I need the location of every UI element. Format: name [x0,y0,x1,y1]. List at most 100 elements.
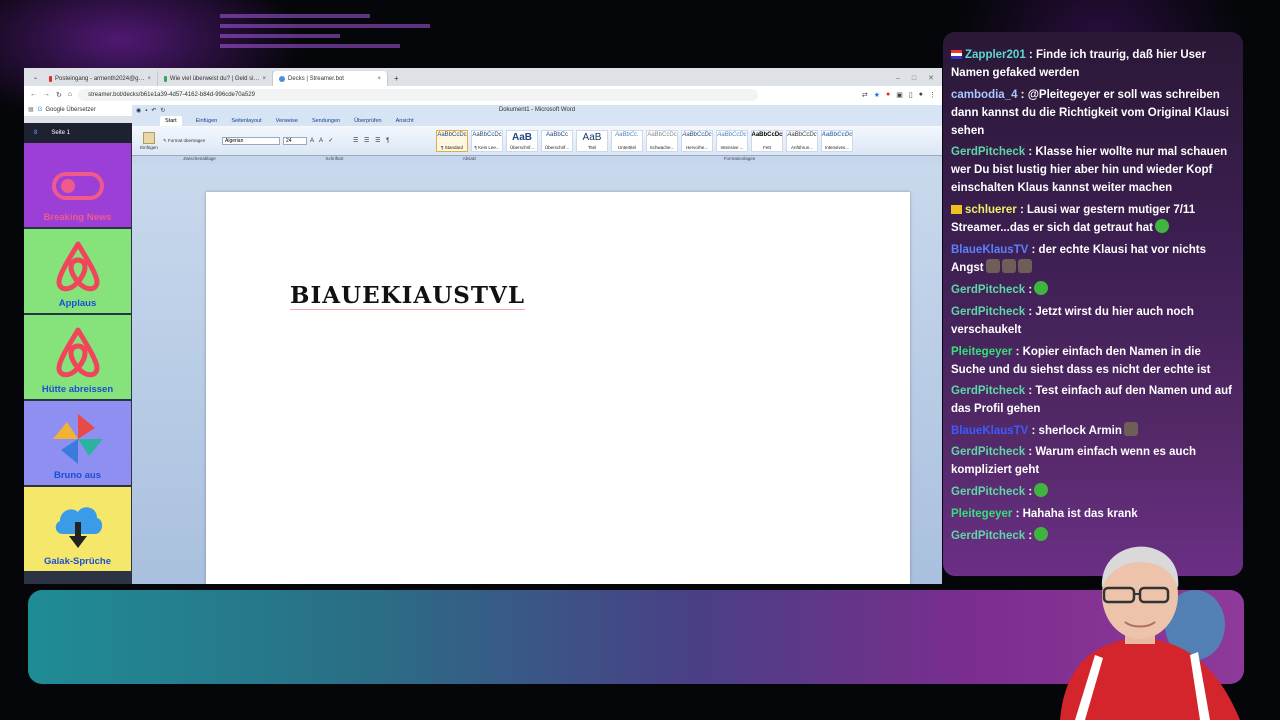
gray-emote-icon [1123,422,1138,436]
decor-stripe [220,14,370,18]
chat-username[interactable]: BlaueKlausTV [951,244,1028,256]
reload-icon[interactable]: ↻ [56,91,62,99]
deck-button-breaking-news[interactable]: Breaking News [24,143,131,227]
style-hervorhebung[interactable]: AaBbCcDc Hervorhe... [681,129,713,152]
style-untertitel[interactable]: AaBbCc. Untertitel [611,129,643,152]
font-name-select[interactable]: Algerian [222,136,280,145]
tab-list-chevron-icon[interactable]: ⌄ [28,71,43,86]
new-tab-button[interactable]: + [388,71,405,86]
format-painter-button[interactable]: ✎ Format übertragen [163,138,219,144]
menu-icon[interactable]: ⋮ [929,91,936,99]
save-icon[interactable]: ▪ [145,106,147,117]
chat-username[interactable]: GerdPitcheck [951,530,1025,542]
forward-icon[interactable]: → [43,91,50,98]
ribbon-tab-einfuegen[interactable]: Einfügen [196,116,218,126]
chat-username[interactable]: GerdPitcheck [951,146,1025,158]
style-ueberschrift-1[interactable]: AaB Überschrif... [506,129,538,152]
chat-username[interactable]: GerdPitcheck [951,385,1025,397]
home-icon[interactable]: ⌂ [68,91,72,98]
chat-username[interactable]: GerdPitcheck [951,446,1025,458]
style-ueberschrift-2[interactable]: AaBbCc Überschrif... [541,129,573,152]
page-selector[interactable]: Seite 1 [51,130,70,136]
ribbon-tab-start[interactable]: Start [160,116,182,126]
format-painter-label: Format übertragen [168,137,206,143]
undo-icon[interactable]: ↶ [151,106,156,117]
style-intensives-zitat[interactable]: AaBbCcDc Intensives... [821,129,853,152]
style-sample: AaBbCcDc [437,131,467,138]
paste-button[interactable]: Einfügen [138,131,160,150]
webcam-person [1060,546,1240,720]
chat-username[interactable]: Pleitegeyer [951,508,1012,520]
deck-button-bruno-aus[interactable]: Bruno aus [24,401,131,485]
close-tab-icon[interactable]: × [378,76,382,82]
document-text[interactable]: BIAUEKIAUSTVL [290,282,526,310]
chat-message: GerdPitcheck : Warum einfach wenn es auc… [951,443,1233,479]
ribbon-tab-seitenlayout[interactable]: Seitenlayout [231,116,261,126]
deck-button-huette-abreissen[interactable]: Hütte abreissen [24,315,131,399]
back-icon[interactable]: ← [30,91,37,98]
style-schwache-hervorhebung[interactable]: AaBbCcDc Schwache... [646,129,678,152]
sidepanel-icon[interactable]: ▯ [909,91,913,99]
close-tab-icon[interactable]: × [263,76,267,82]
crown-badge-icon [951,205,962,214]
deck-button-applaus[interactable]: Applaus [24,229,131,313]
bookmark-star-icon[interactable]: ★ [874,91,880,99]
chat-username[interactable]: GerdPitcheck [951,284,1025,296]
deck-panel: 8 Seite 1 Breaking News Applaus Hütte ab… [24,123,132,584]
ribbon-tab-verweise[interactable]: Verweise [276,116,298,126]
ribbon-tab-sendungen[interactable]: Sendungen [312,116,340,126]
chat-message: cambodia_4 : @Pleitegeyer er soll was sc… [951,86,1233,140]
minimize-icon[interactable]: – [896,71,900,86]
style-kein-leerraum[interactable]: AaBbCcDc ¶ Kein Lee... [471,129,503,152]
close-tab-icon[interactable]: × [148,76,152,82]
style-sample: AaBbCcDc [821,131,853,138]
word-window: ◉ ▪ ↶ ↻ Dokument1 - Microsoft Word Start… [132,105,942,584]
apps-icon[interactable]: ▦ [28,106,34,113]
tab-money[interactable]: Wie viel überweist du? | Geld si… × [158,71,274,86]
chat-username[interactable]: schluerer [965,204,1017,216]
chat-username[interactable]: Pleitegeyer [951,346,1012,358]
extension-icon[interactable]: ● [886,91,890,98]
chat-username[interactable]: cambodia_4 [951,89,1017,101]
style-standard[interactable]: AaBbCcDc ¶ Standard [436,129,468,152]
style-name: Intensives... [824,144,849,150]
chat-text: : [1025,530,1033,542]
bookmark-google-translate[interactable]: Google Übersetzer [45,107,95,113]
chat-username[interactable]: BlaueKlausTV [951,425,1028,437]
decor-stripe [220,34,340,38]
tab-streamerbot[interactable]: Decks | Streamer.bot × [273,71,389,86]
deck-button-galak-sprueche[interactable]: Galak-Sprüche [24,487,131,571]
deck-button-label: Applaus [58,298,97,309]
gray-emote-icon [1001,259,1016,273]
style-anfuehrungszeichen[interactable]: AaBbCcDc Anführun... [786,129,818,152]
ribbon-tab-ueberpruefen[interactable]: Überprüfen [354,116,382,126]
style-intensive-hervorhebung[interactable]: AaBbCcDc Intensive ... [716,129,748,152]
style-fett[interactable]: AaBbCcDc Fett [751,129,783,152]
pinwheel-icon [52,414,103,464]
url-field[interactable]: streamer.bot/decks/b61e1a39-4d57-4162-b8… [78,88,759,101]
style-name: Schwache... [649,144,675,150]
paragraph-buttons[interactable]: ☰ ☰ ☰ ¶ [353,137,433,144]
style-titel[interactable]: AaB Titel [576,129,608,152]
window-controls: – □ ✕ [896,71,942,86]
font-format-buttons[interactable]: A A ✓ [310,137,350,144]
tab-gmail[interactable]: Posteingang - armenth2024@g… × [43,71,159,86]
chat-username[interactable]: GerdPitcheck [951,306,1025,318]
chat-username[interactable]: Zappler201 [965,49,1026,61]
maximize-icon[interactable]: □ [912,71,916,86]
style-name: Überschrif... [544,144,570,150]
document-page[interactable]: BIAUEKIAUSTVL [206,192,910,584]
chat-message: BlaueKlausTV : sherlock Armin [951,422,1233,440]
translate-icon[interactable]: ⇄ [862,91,868,99]
chat-username[interactable]: GerdPitcheck [951,486,1025,498]
font-size-select[interactable]: 24 [283,136,307,145]
close-window-icon[interactable]: ✕ [928,71,934,86]
extensions-icon[interactable]: ▣ [896,91,903,99]
style-sample: AaBbCcDc [751,131,783,138]
word-title: Dokument1 - Microsoft Word [498,107,576,113]
profile-avatar[interactable]: ● [919,91,923,98]
green-emote-icon [1034,281,1049,295]
ribbon-tab-ansicht[interactable]: Ansicht [396,116,414,126]
office-button-icon[interactable]: ◉ [136,106,141,117]
redo-icon[interactable]: ↻ [160,106,165,117]
